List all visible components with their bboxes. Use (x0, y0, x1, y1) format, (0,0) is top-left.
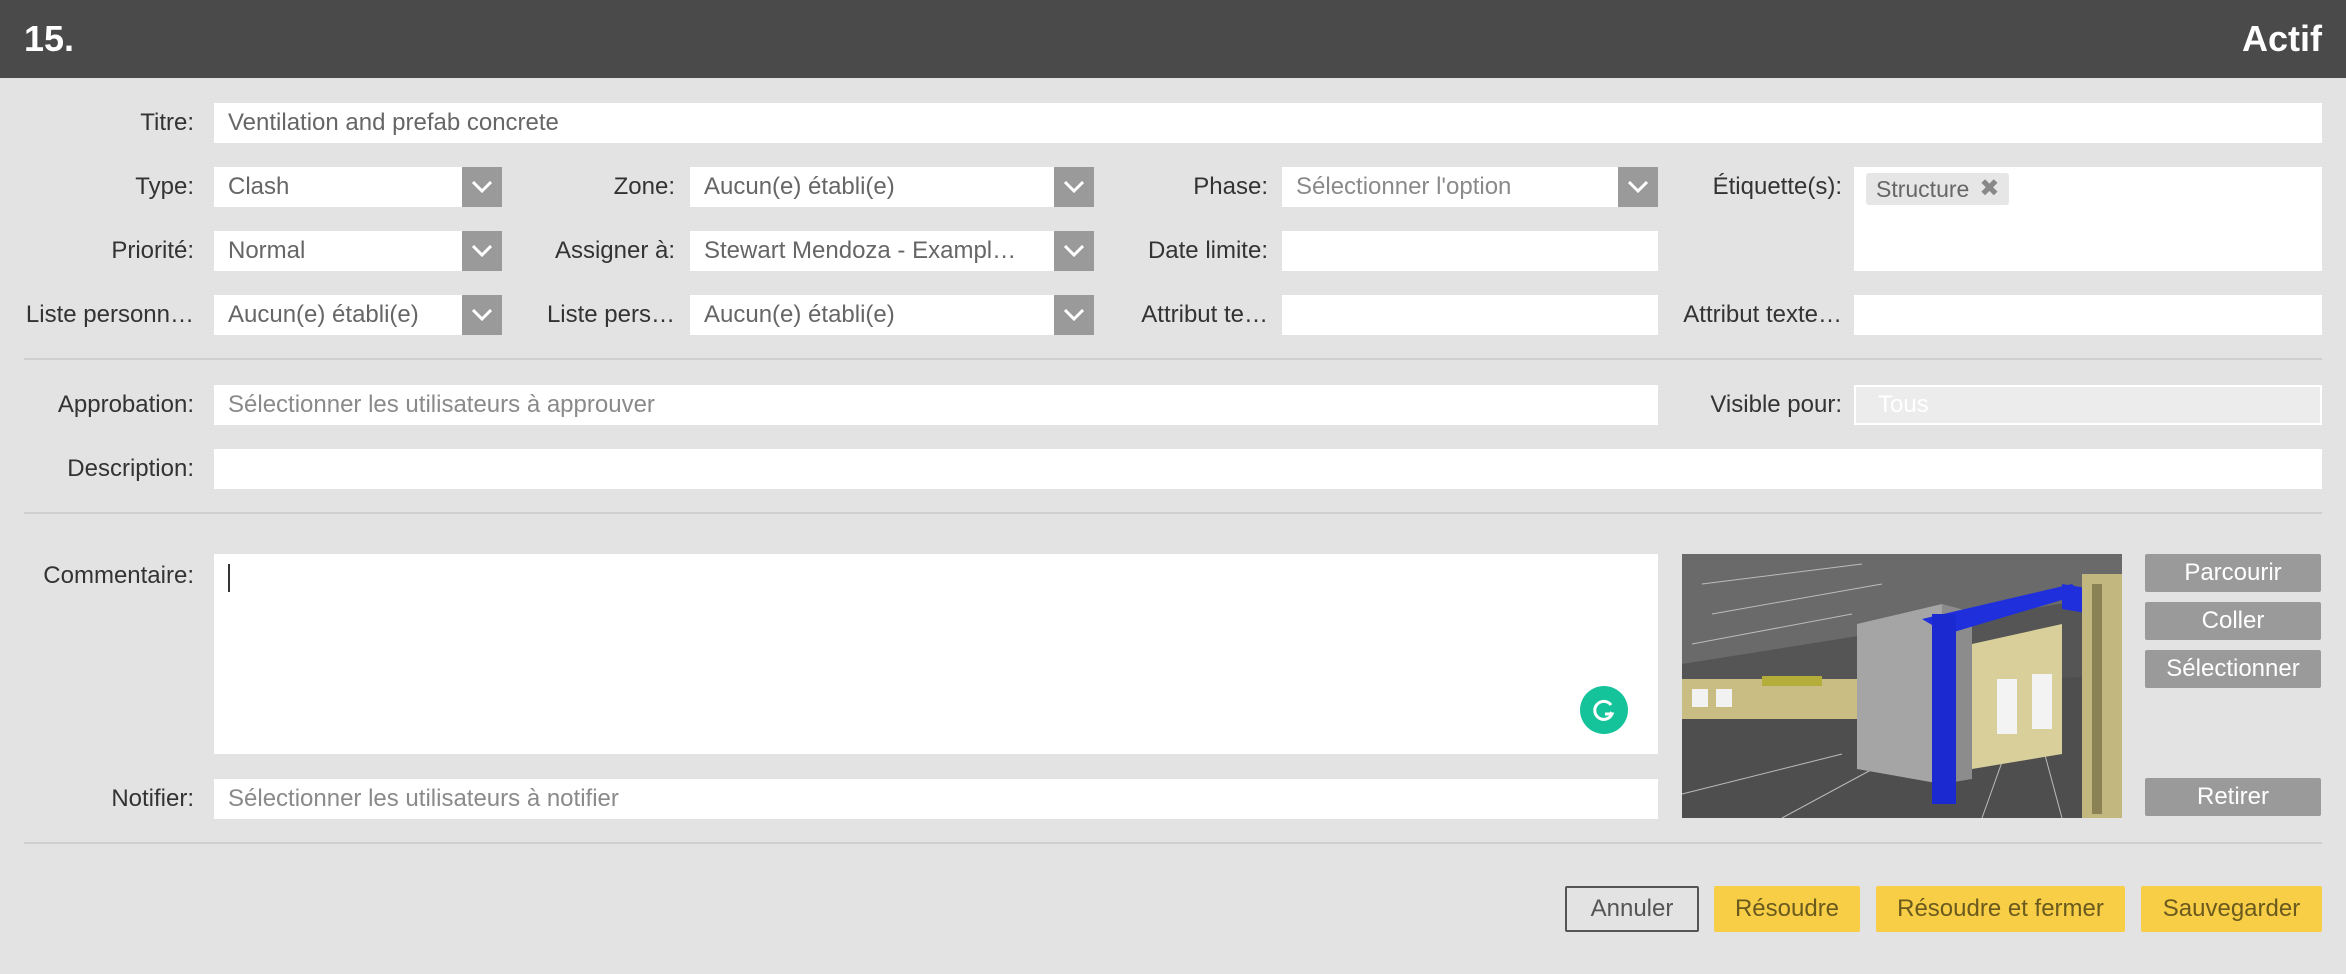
chevron-down-icon[interactable] (1054, 167, 1094, 207)
assign-select[interactable]: Stewart Mendoza - Exampl… (690, 231, 1094, 271)
chevron-down-icon[interactable] (462, 167, 502, 207)
custom-list-2-select[interactable]: Aucun(e) établi(e) (690, 295, 1094, 335)
tags-input[interactable]: Structure ✖ (1854, 167, 2322, 271)
title-label: Titre: (140, 109, 194, 136)
phase-label: Phase: (1193, 173, 1268, 200)
save-button[interactable]: Sauvegarder (2141, 886, 2322, 932)
description-input[interactable] (214, 449, 2322, 489)
priority-value: Normal (228, 237, 306, 264)
zone-value: Aucun(e) établi(e) (704, 173, 895, 200)
chevron-down-icon[interactable] (462, 295, 502, 335)
priority-label: Priorité: (111, 237, 194, 264)
issue-status: Actif (2242, 18, 2322, 59)
text-attr-1-input[interactable] (1282, 295, 1658, 335)
section-divider (24, 512, 2322, 514)
zone-select[interactable]: Aucun(e) établi(e) (690, 167, 1094, 207)
text-attr-1-label: Attribut te… (1141, 301, 1268, 328)
custom-list-1-select[interactable]: Aucun(e) établi(e) (214, 295, 502, 335)
custom-list-1-value: Aucun(e) établi(e) (228, 301, 419, 328)
chevron-down-icon[interactable] (462, 231, 502, 271)
resolve-and-close-button[interactable]: Résoudre et fermer (1876, 886, 2125, 932)
browse-button[interactable]: Parcourir (2145, 554, 2321, 592)
phase-select[interactable]: Sélectionner l'option (1282, 167, 1658, 207)
visible-for-label: Visible pour: (1710, 391, 1842, 418)
approval-label: Approbation: (57, 391, 194, 418)
issue-number: 15. (24, 18, 75, 59)
chevron-down-icon[interactable] (1054, 295, 1094, 335)
notify-input[interactable]: Sélectionner les utilisateurs à notifier (214, 779, 1658, 819)
due-date-label: Date limite: (1147, 237, 1268, 264)
comment-label: Commentaire: (43, 562, 194, 589)
type-value: Clash (228, 173, 290, 200)
tag-label: Structure (1876, 176, 1970, 202)
chevron-down-icon[interactable] (1618, 167, 1658, 207)
assign-value: Stewart Mendoza - Exampl… (704, 237, 1017, 264)
phase-placeholder: Sélectionner l'option (1296, 173, 1512, 200)
paste-button[interactable]: Coller (2145, 602, 2321, 640)
zone-label: Zone: (613, 173, 675, 200)
close-icon[interactable]: ✖ (1979, 173, 1999, 205)
select-button[interactable]: Sélectionner (2145, 650, 2321, 688)
section-divider (24, 358, 2322, 360)
text-attr-2-input[interactable] (1854, 295, 2322, 335)
text-attr-2-label: Attribut texte… (1683, 301, 1842, 328)
resolve-button[interactable]: Résoudre (1714, 886, 1860, 932)
custom-list-2-label: Liste pers… (546, 301, 675, 328)
issue-header: 15. Actif (0, 0, 2346, 78)
text-cursor (228, 564, 230, 592)
grammarly-icon[interactable] (1580, 686, 1628, 734)
type-label: Type: (135, 173, 194, 200)
visible-for-select[interactable]: Tous (1854, 385, 2322, 425)
notify-label: Notifier: (111, 785, 194, 812)
title-input[interactable]: Ventilation and prefab concrete (214, 103, 2322, 143)
assign-label: Assigner à: (554, 237, 675, 264)
tag-chip: Structure ✖ (1866, 173, 2010, 205)
section-divider (24, 842, 2322, 844)
chevron-down-icon[interactable] (1054, 231, 1094, 271)
remove-button[interactable]: Retirer (2145, 778, 2321, 816)
approval-input[interactable]: Sélectionner les utilisateurs à approuve… (214, 385, 1658, 425)
cancel-button[interactable]: Annuler (1565, 886, 1699, 932)
custom-list-2-value: Aucun(e) établi(e) (704, 301, 895, 328)
comment-textarea[interactable] (214, 554, 1658, 754)
due-date-input[interactable] (1282, 231, 1658, 271)
description-label: Description: (67, 455, 194, 482)
custom-list-1-label: Liste personn… (25, 301, 194, 328)
attachment-thumbnail[interactable] (1682, 554, 2122, 818)
type-select[interactable]: Clash (214, 167, 502, 207)
priority-select[interactable]: Normal (214, 231, 502, 271)
tags-label: Étiquette(s): (1712, 173, 1842, 200)
